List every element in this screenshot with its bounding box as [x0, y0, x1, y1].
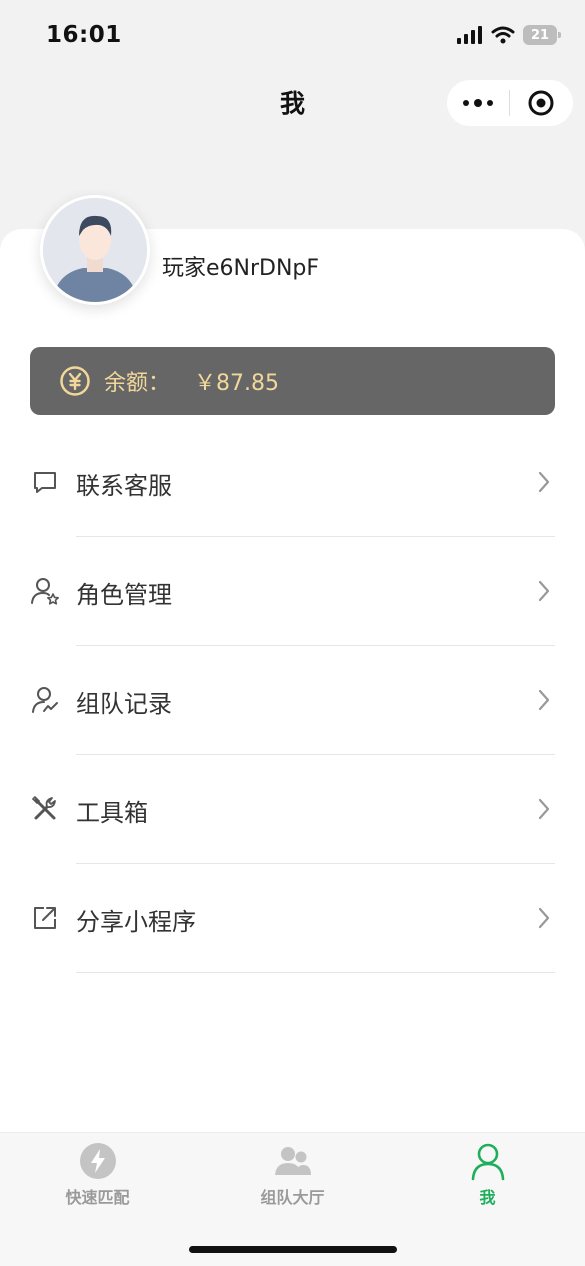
chevron-right-icon: [538, 689, 550, 711]
username: 玩家e6NrDNpF: [162, 256, 320, 281]
message-icon: [34, 472, 56, 493]
tab-label: 组队大厅: [260, 1188, 325, 1207]
divider: [76, 972, 555, 973]
users-icon: [274, 1147, 311, 1175]
home-indicator: [189, 1246, 397, 1253]
menu-item-label: 组队记录: [76, 690, 172, 718]
chevron-right-icon: [538, 907, 550, 929]
tab-label: 快速匹配: [65, 1188, 130, 1207]
target-icon: [528, 90, 554, 116]
tab-label: 我: [479, 1188, 496, 1207]
more-dot: [474, 99, 482, 107]
battery-icon: 21: [523, 25, 561, 45]
tools-icon: [31, 795, 56, 820]
status-time: 16:01: [46, 22, 122, 48]
balance-bar[interactable]: 余额： ￥87.85: [30, 347, 555, 415]
status-bar: 16:01 21: [0, 0, 585, 74]
signal-icon: [457, 26, 482, 44]
share-icon: [34, 907, 56, 929]
chevron-right-icon: [538, 471, 550, 493]
chevron-right-icon: [538, 798, 550, 820]
more-dot: [463, 100, 469, 106]
close-mini-program-button[interactable]: [510, 80, 572, 126]
balance-value: ￥87.85: [194, 371, 279, 396]
avatar-person-icon: [43, 198, 147, 302]
menu-item-team-records[interactable]: 组队记录: [0, 646, 585, 755]
tab-team-hall[interactable]: 组队大厅: [195, 1141, 390, 1208]
person-icon: [471, 1143, 504, 1181]
menu-item-label: 角色管理: [76, 581, 172, 609]
menu-item-toolbox[interactable]: 工具箱: [0, 755, 585, 864]
menu-item-role-management[interactable]: 角色管理: [0, 537, 585, 646]
yuan-coin-icon: [60, 366, 90, 396]
menu-item-label: 联系客服: [76, 472, 172, 500]
battery-level: 21: [530, 27, 550, 43]
user-history-icon: [32, 687, 58, 713]
more-dot: [487, 100, 493, 106]
menu-item-contact-support[interactable]: 联系客服: [0, 428, 585, 537]
menu-item-label: 分享小程序: [76, 908, 196, 936]
status-icons: 21: [457, 25, 561, 45]
balance-label: 余额：: [104, 371, 171, 396]
user-star-icon: [31, 578, 59, 605]
menu-list: 联系客服 角色管理 组队记录 工具箱 分享小程序: [0, 428, 585, 973]
menu-item-label: 工具箱: [76, 799, 148, 827]
tab-quick-match[interactable]: 快速匹配: [0, 1141, 195, 1208]
avatar[interactable]: [40, 195, 150, 305]
wifi-icon: [491, 26, 515, 44]
lightning-icon: [79, 1143, 116, 1179]
more-button[interactable]: [447, 80, 509, 126]
chevron-right-icon: [538, 580, 550, 602]
mini-program-capsule: [447, 80, 573, 126]
tab-me[interactable]: 我: [390, 1141, 585, 1208]
menu-item-share-mini-program[interactable]: 分享小程序: [0, 864, 585, 973]
